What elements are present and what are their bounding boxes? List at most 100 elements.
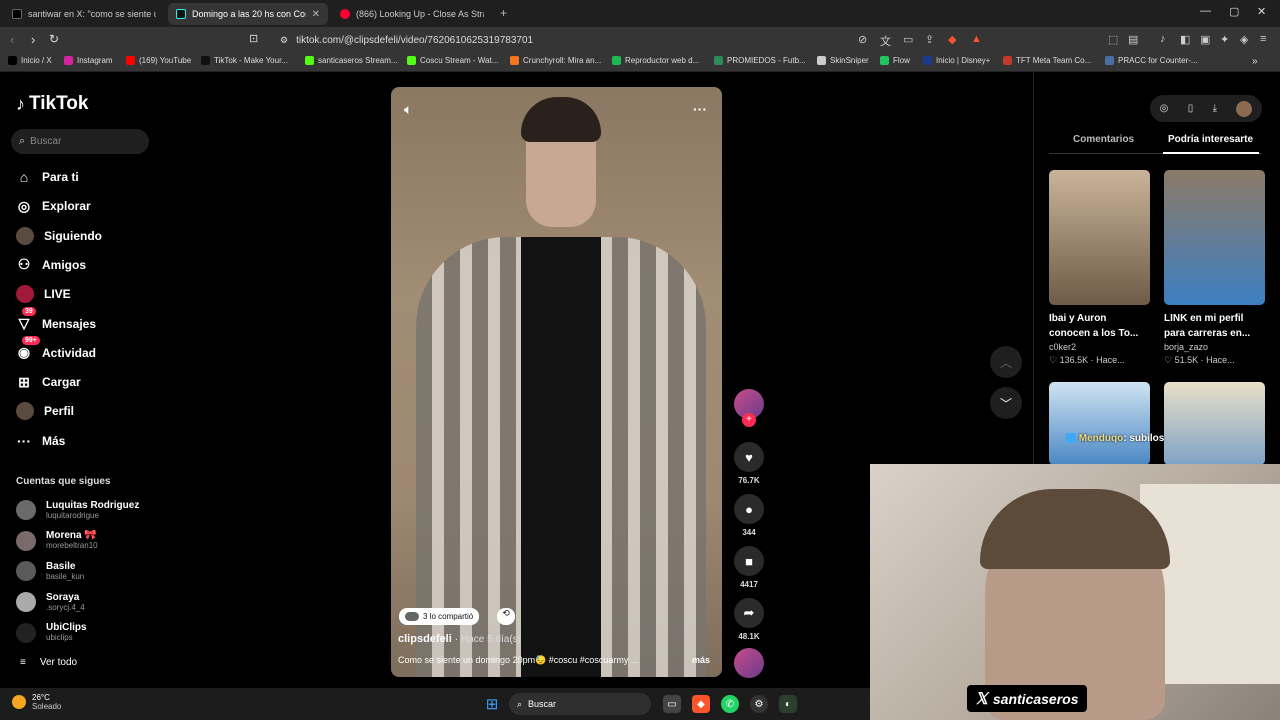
video-thumbnail[interactable] [1164, 382, 1265, 465]
windows-start-icon[interactable]: ⊞ [483, 695, 501, 713]
bookmark-item[interactable]: TikTok - Make Your... [201, 56, 288, 65]
bookmark-item[interactable]: Coscu Stream - Wat... [407, 56, 498, 65]
creator-avatar[interactable]: + [733, 389, 765, 427]
following-account[interactable]: Soraya .sorycj.4_4 [16, 589, 85, 615]
close-tab-icon[interactable]: ✕ [312, 9, 320, 20]
nav-item-perfil[interactable]: ● Perfil [16, 400, 74, 422]
reload-icon[interactable]: ↻ [49, 32, 59, 46]
site-info-icon[interactable]: ⚙ [280, 35, 288, 46]
browser-tab[interactable]: santiwar en X: "como se siente un do [4, 3, 164, 25]
cast-icon[interactable]: ▭ [903, 33, 913, 46]
tiktok-logo[interactable]: ♪ TikTok [16, 93, 88, 115]
nav-item-live[interactable]: ● LIVE [16, 283, 71, 305]
app-icon[interactable]: ◐ [779, 695, 797, 713]
nav-item-actividad[interactable]: ◉ Actividad 99+ [16, 335, 96, 364]
nav-item-para-ti[interactable]: ⌂ Para ti [16, 166, 79, 188]
more-bookmarks-icon[interactable]: » [1252, 56, 1258, 67]
weather-widget[interactable]: 26°C Soleado [12, 693, 61, 711]
follow-plus-icon[interactable]: + [742, 413, 756, 427]
like-button[interactable]: ♥ 76.7K [733, 442, 765, 485]
taskbar-search[interactable]: ⌕ Buscar [509, 693, 651, 715]
nav-item-amigos[interactable]: ⚇ Amigos [16, 254, 86, 276]
following-account[interactable]: Basile basile_kun [16, 558, 84, 584]
card-author[interactable]: c0ker2 [1049, 342, 1150, 352]
media-icon[interactable]: ⊘ [858, 33, 867, 46]
see-all-button[interactable]: ≡ Ver todo [20, 657, 77, 668]
device-icon[interactable]: ▯ [1188, 103, 1194, 114]
volume-icon[interactable]: 🔈︎ [404, 101, 412, 118]
following-account[interactable]: UbiClips ubiclips [16, 620, 87, 646]
tab-comments[interactable]: Comentarios [1073, 134, 1134, 145]
minimize-icon[interactable]: — [1200, 5, 1211, 17]
bookmark-item[interactable]: Reproductor web d... [612, 56, 699, 65]
next-video-button[interactable]: ﹀ [990, 387, 1022, 419]
author-name[interactable]: clipsdefeli [398, 633, 452, 645]
video-player[interactable]: 🔈︎ ··· 3 lo compartió ⟲ clipsdefeli · Ha… [391, 87, 722, 677]
tab-suggested[interactable]: Podría interesarte [1168, 134, 1253, 145]
panel-icon[interactable]: ◧ [1180, 33, 1190, 46]
url-field[interactable]: ⚙ tiktok.com/@clipsdefeli/video/76206106… [270, 30, 860, 50]
bookmark-item[interactable]: Flow [880, 56, 910, 65]
bookmark-item[interactable]: Instagram [64, 56, 113, 65]
video-thumbnail[interactable] [1049, 170, 1150, 305]
repost-icon[interactable]: ⟲ [497, 608, 515, 625]
browser-tab[interactable]: (866) Looking Up - Close As Strange [332, 3, 492, 25]
share-icon[interactable]: ⇪ [925, 33, 934, 46]
back-icon[interactable]: ‹ [10, 32, 14, 47]
save-button[interactable]: ■ 4417 [733, 546, 765, 589]
share-button[interactable]: ➦ 48.1K [733, 598, 765, 641]
bookmark-item[interactable]: TFT Meta Team Co... [1003, 56, 1091, 65]
steam-icon[interactable]: ⚙ [750, 695, 768, 713]
nav-item-siguiendo[interactable]: ● Siguiendo [16, 225, 102, 247]
suggested-video-card[interactable] [1049, 382, 1150, 465]
card-author[interactable]: borja_zazo [1164, 342, 1265, 352]
music-icon[interactable]: ♪ [1160, 33, 1166, 45]
nav-item-más[interactable]: ··· Más [16, 430, 65, 452]
task-view-icon[interactable]: ▭ [663, 695, 681, 713]
bookmark-item[interactable]: PRACC for Counter-... [1105, 56, 1198, 65]
following-account[interactable]: Luquitas Rodriguez luquitarodrigue [16, 497, 139, 523]
bookmark-item[interactable]: Crunchyroll: Mira an... [510, 56, 601, 65]
new-tab-button[interactable]: + [500, 6, 507, 20]
shared-by-chip[interactable]: 3 lo compartió [399, 608, 480, 625]
compass-icon[interactable]: ◎ [1160, 103, 1169, 114]
bookmark-item[interactable]: (169) YouTube [126, 56, 191, 65]
extensions-icon[interactable]: ⬚ [1108, 33, 1118, 46]
leo-icon[interactable]: ✦ [1220, 33, 1229, 46]
brave-shield-icon[interactable]: ◆ [948, 33, 956, 46]
user-avatar[interactable] [1236, 100, 1253, 117]
nav-item-mensajes[interactable]: ▽ Mensajes 39 [16, 306, 96, 335]
whatsapp-icon[interactable]: ✆ [721, 695, 739, 713]
suggested-video-card[interactable] [1164, 382, 1265, 465]
sidebar-icon[interactable]: ▤ [1128, 33, 1138, 46]
translate-icon[interactable]: 文 [880, 33, 891, 49]
close-window-icon[interactable]: ✕ [1257, 5, 1266, 18]
video-author[interactable]: clipsdefeli · Hace 5 día(s) [398, 633, 521, 645]
maximize-icon[interactable]: ▢ [1229, 5, 1239, 18]
more-options-icon[interactable]: ··· [693, 101, 707, 117]
bookmark-icon[interactable]: ⊡ [249, 32, 258, 45]
nav-item-cargar[interactable]: ⊞ Cargar [16, 371, 81, 393]
bookmark-item[interactable]: SkinSniper [817, 56, 869, 65]
search-input[interactable]: ⌕ Buscar [11, 129, 149, 154]
nav-item-explorar[interactable]: ◎ Explorar [16, 195, 91, 217]
more-caption-button[interactable]: más [692, 655, 710, 665]
sound-disc[interactable] [733, 648, 765, 678]
brave-icon[interactable]: ◆ [692, 695, 710, 713]
forward-icon[interactable]: › [31, 32, 35, 47]
bookmark-item[interactable]: Inicio | Disney+ [923, 56, 990, 65]
wallet-icon[interactable]: ▣ [1200, 33, 1210, 46]
previous-video-button[interactable]: ︿ [990, 346, 1022, 378]
video-thumbnail[interactable] [1164, 170, 1265, 305]
bookmark-item[interactable]: santicaseros Stream... [305, 56, 398, 65]
menu-icon[interactable]: ≡ [1260, 33, 1266, 45]
video-thumbnail[interactable] [1049, 382, 1150, 465]
following-account[interactable]: Morena 🎀 morebeltran10 [16, 528, 98, 554]
download-icon[interactable]: ⤓ [1213, 103, 1217, 114]
bookmark-item[interactable]: PROMIEDOS - Futb... [714, 56, 806, 65]
vpn-icon[interactable]: ◈ [1240, 33, 1248, 46]
comment-button[interactable]: ● 344 [733, 494, 765, 537]
suggested-video-card[interactable]: Ibai y Auron conocen a los To... c0ker2 ♡ 1… [1049, 170, 1150, 366]
suggested-video-card[interactable]: LINK en mi perfil para carreras en... borj… [1164, 170, 1265, 366]
browser-tab-active[interactable]: Domingo a las 20 hs con Cos ✕ [168, 3, 328, 25]
